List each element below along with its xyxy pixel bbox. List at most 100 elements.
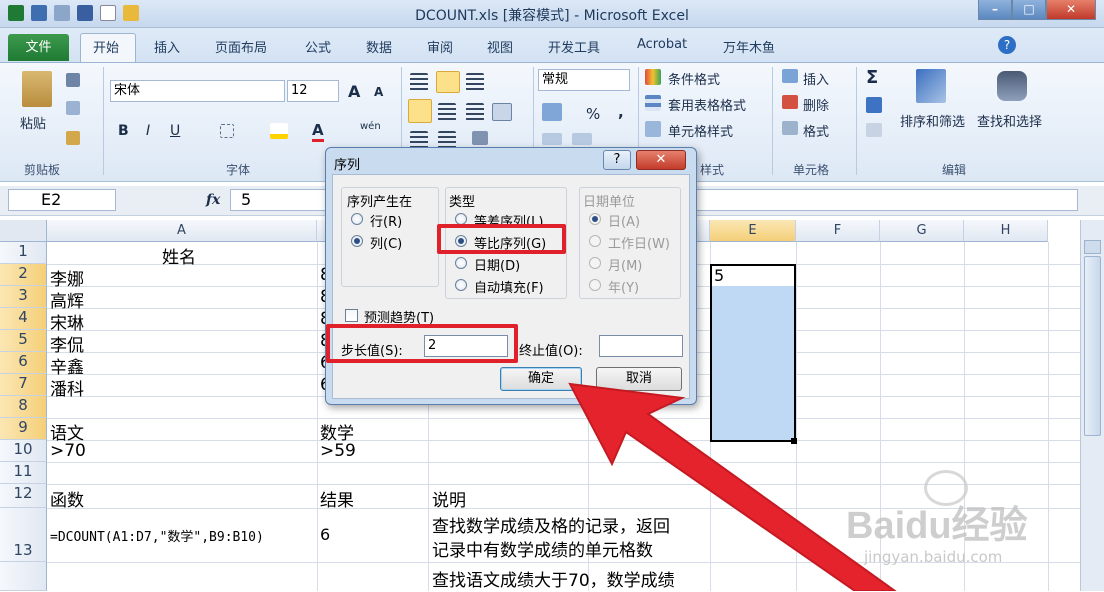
cell-a1[interactable]: 姓名 <box>162 243 196 268</box>
radio-row-label[interactable]: 行(R) <box>370 211 402 230</box>
tab-file[interactable]: 文件 <box>8 34 69 61</box>
orientation-icon[interactable] <box>472 131 488 145</box>
fill-handle[interactable] <box>791 438 797 444</box>
minimize-button[interactable]: – <box>978 0 1012 20</box>
insert-cells-icon[interactable] <box>782 69 798 83</box>
phonetic-button[interactable]: wén <box>360 121 381 132</box>
row-header-6[interactable]: 6 <box>0 352 47 374</box>
cell-a7[interactable]: 潘科 <box>50 375 84 400</box>
fx-icon[interactable]: fx <box>206 192 220 208</box>
italic-button[interactable]: I <box>146 123 150 139</box>
ok-button[interactable]: 确定 <box>500 367 582 391</box>
format-cells-button[interactable]: 格式 <box>803 121 829 140</box>
cell-e2[interactable]: 5 <box>714 266 724 285</box>
align-right-icon[interactable] <box>466 103 484 121</box>
radio-month-label[interactable]: 月(M) <box>608 255 642 274</box>
close-button[interactable]: ✕ <box>1046 0 1096 20</box>
active-cell-e2[interactable] <box>712 266 794 286</box>
row-header-11[interactable]: 11 <box>0 462 47 484</box>
conditional-format-button[interactable]: 条件格式 <box>668 69 720 88</box>
align-middle-icon[interactable] <box>436 71 460 93</box>
paste-icon[interactable] <box>22 71 52 107</box>
cell-a13[interactable]: =DCOUNT(A1:D7,"数学",B9:B10) <box>50 526 316 545</box>
tab-developer[interactable]: 开发工具 <box>548 37 600 56</box>
column-header-g[interactable]: G <box>880 220 964 242</box>
row-header-3[interactable]: 3 <box>0 286 47 308</box>
radio-month[interactable] <box>589 257 601 269</box>
tab-review[interactable]: 审阅 <box>427 37 453 56</box>
radio-date-label[interactable]: 日期(D) <box>474 255 520 274</box>
tab-formulas[interactable]: 公式 <box>305 37 331 56</box>
find-select-icon[interactable] <box>997 71 1027 101</box>
font-color-button[interactable]: A <box>312 121 324 142</box>
underline-button[interactable]: U <box>170 123 180 139</box>
currency-icon[interactable] <box>542 103 562 121</box>
tab-home[interactable]: 开始 <box>93 37 119 56</box>
radio-autofill-label[interactable]: 自动填充(F) <box>474 277 544 296</box>
align-top-icon[interactable] <box>410 73 428 91</box>
row-header-12[interactable]: 12 <box>0 484 47 508</box>
clear-icon[interactable] <box>866 123 882 137</box>
cell-c14[interactable]: 查找语文成绩大于70，数学成绩 <box>432 566 675 591</box>
cell-style-button[interactable]: 单元格样式 <box>668 121 733 140</box>
radio-autofill[interactable] <box>455 279 467 291</box>
row-header-7[interactable]: 7 <box>0 374 47 396</box>
fill-icon[interactable] <box>866 97 882 113</box>
radio-day[interactable] <box>589 213 601 225</box>
row-header-2[interactable]: 2 <box>0 264 47 286</box>
cell-b10[interactable]: >59 <box>320 441 356 461</box>
stop-input[interactable] <box>599 335 683 357</box>
scroll-thumb[interactable] <box>1084 256 1101 436</box>
column-header-e[interactable]: E <box>710 220 796 242</box>
table-format-button[interactable]: 套用表格格式 <box>668 95 746 114</box>
decrease-decimal-icon[interactable] <box>572 133 592 145</box>
radio-row[interactable] <box>351 213 363 225</box>
help-icon[interactable]: ? <box>998 36 1016 54</box>
font-size-select[interactable]: 12 <box>287 80 339 102</box>
column-header-h[interactable]: H <box>964 220 1048 242</box>
radio-column-label[interactable]: 列(C) <box>370 233 402 252</box>
delete-cells-icon[interactable] <box>782 95 798 109</box>
format-cells-icon[interactable] <box>782 121 798 135</box>
row-header-4[interactable]: 4 <box>0 308 47 330</box>
fill-color-icon[interactable] <box>270 123 288 139</box>
cell-a12[interactable]: 函数 <box>50 486 84 511</box>
tab-insert[interactable]: 插入 <box>154 37 180 56</box>
select-all-corner[interactable] <box>0 220 47 242</box>
selected-range[interactable] <box>710 264 796 442</box>
row-header-1[interactable]: 1 <box>0 242 47 264</box>
format-painter-icon[interactable] <box>66 131 80 145</box>
column-header-a[interactable]: A <box>47 220 317 242</box>
find-select-button[interactable]: 查找和选择 <box>977 111 1042 130</box>
table-format-icon[interactable] <box>645 95 661 111</box>
dialog-help-button[interactable]: ? <box>603 150 631 170</box>
cell-b12[interactable]: 结果 <box>320 486 354 511</box>
shrink-font-button[interactable]: A <box>374 85 383 99</box>
align-left-icon[interactable] <box>408 99 432 123</box>
autosum-button[interactable]: Σ <box>866 67 878 88</box>
row-header-10[interactable]: 10 <box>0 440 47 462</box>
cell-c12[interactable]: 说明 <box>432 486 466 511</box>
sort-filter-button[interactable]: 排序和筛选 <box>900 111 965 130</box>
row-header-14[interactable] <box>0 562 47 591</box>
trend-checkbox[interactable] <box>345 309 358 322</box>
radio-date[interactable] <box>455 257 467 269</box>
radio-column[interactable] <box>351 235 363 247</box>
row-header-5[interactable]: 5 <box>0 330 47 352</box>
cell-a10[interactable]: >70 <box>50 441 86 461</box>
tab-view[interactable]: 视图 <box>487 37 513 56</box>
font-name-select[interactable]: 宋体 <box>110 80 285 102</box>
cancel-button[interactable]: 取消 <box>596 367 682 391</box>
cell-style-icon[interactable] <box>645 121 661 137</box>
dialog-close-button[interactable]: ✕ <box>636 150 686 170</box>
column-header-f[interactable]: F <box>796 220 880 242</box>
cell-c13-line2[interactable]: 记录中有数学成绩的单元格数 <box>432 536 653 561</box>
grow-font-button[interactable]: A <box>348 82 360 101</box>
radio-day-label[interactable]: 日(A) <box>608 211 640 230</box>
merge-icon[interactable] <box>492 103 512 121</box>
tab-page-layout[interactable]: 页面布局 <box>215 37 267 56</box>
row-header-13[interactable]: 13 <box>0 508 47 562</box>
align-center-icon[interactable] <box>438 103 456 121</box>
paste-label[interactable]: 粘贴 <box>20 113 46 132</box>
tab-wannian[interactable]: 万年木鱼 <box>723 37 775 56</box>
